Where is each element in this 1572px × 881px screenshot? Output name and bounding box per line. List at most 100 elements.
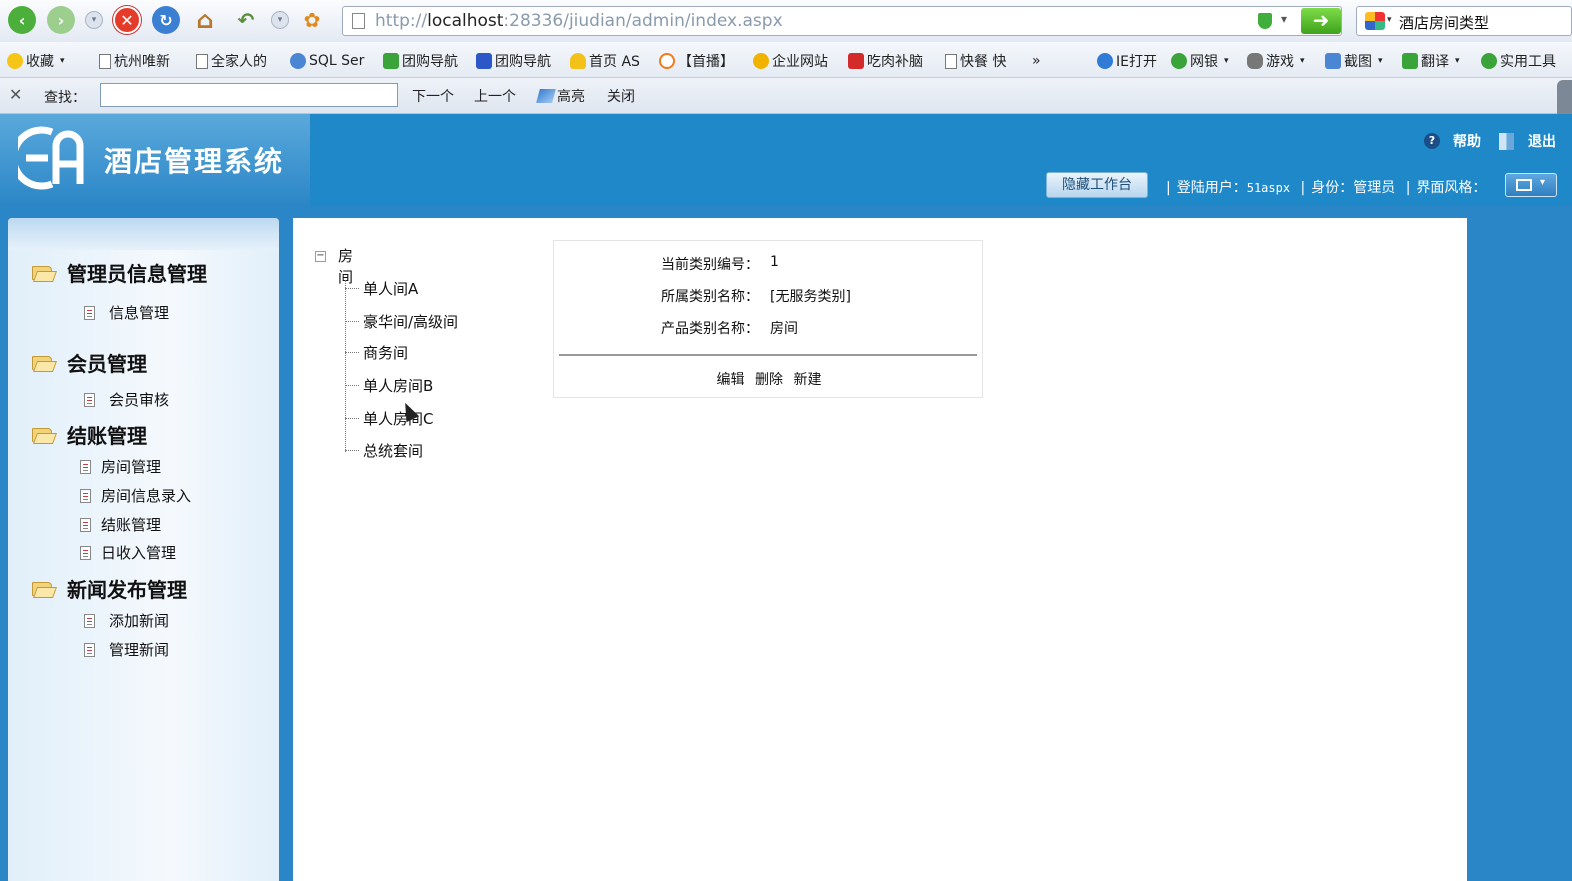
menu-item-member-review[interactable]: 会员审核 [84,389,169,410]
bookmarks-more[interactable]: » [1032,51,1041,71]
search-engine-icon[interactable] [1365,12,1385,30]
bookmark-item[interactable]: 全家人的 [196,51,267,71]
bookmark-translate[interactable]: 翻译 ▾ [1402,51,1460,71]
bookmark-ie-open[interactable]: IE打开 [1097,51,1157,71]
bookmark-item[interactable]: 团购导航 [476,51,551,71]
bookmark-item[interactable]: 团购导航 [383,51,458,71]
refresh-icon[interactable]: ↻ [152,6,180,34]
bookmark-item[interactable]: 吃肉补脑 [848,51,923,71]
bookmark-item[interactable]: 杭州唯新 [99,51,170,71]
document-icon [84,613,95,628]
restore-dropdown-icon[interactable]: ▾ [271,11,289,29]
star-icon [7,53,23,69]
new-link[interactable]: 新建 [793,372,821,388]
menu-item-room-manage[interactable]: 房间管理 [80,456,161,477]
menu-item-room-entry[interactable]: 房间信息录入 [80,485,191,506]
detail-actions: 编辑 删除 新建 [554,369,984,389]
bookmark-screenshot[interactable]: 截图 ▾ [1325,51,1383,71]
document-icon [80,545,91,560]
go-arrow-icon[interactable]: ➜ [1301,8,1341,34]
divider [559,354,977,356]
menu-group-news[interactable]: 新闻发布管理 [32,574,187,603]
search-engine-dropdown-icon[interactable]: ▾ [1387,15,1392,25]
folder-star-icon [570,53,586,69]
app-header: EA 酒店管理系统 ? 帮助 退出 隐藏工作台 | 登陆用户：51aspx | 身份… [0,114,1572,206]
sidebar-menu: 管理员信息管理 信息管理 会员管理 会员审核 结账管理 房间管理 房间信息录入 … [8,218,279,881]
bookmark-tools[interactable]: 实用工具 [1481,51,1556,71]
menu-group-admin-info[interactable]: 管理员信息管理 [32,258,207,287]
chevron-down-icon: ▾ [1300,56,1305,66]
tree-node[interactable]: 单人房间C [345,408,433,429]
logout-link[interactable]: 退出 [1499,131,1556,151]
edit-link[interactable]: 编辑 [717,372,745,388]
page-icon [352,13,365,29]
highlighter-icon [536,89,556,103]
folder-open-icon [32,355,52,370]
document-icon [80,459,91,474]
paw-icon[interactable]: ✿ [298,6,326,34]
help-link[interactable]: ? 帮助 [1424,131,1481,151]
chevron-down-icon: ▾ [1224,56,1229,66]
bookmark-item[interactable]: 首页 AS [570,51,640,71]
bookmark-bank[interactable]: 网银 ▾ [1171,51,1229,71]
current-id-value: 1 [770,254,779,270]
window-icon [1516,179,1532,191]
close-icon[interactable]: ✕ [9,85,22,104]
translate-icon [1402,53,1418,69]
menu-item-add-news[interactable]: 添加新闻 [84,610,169,631]
shield-icon[interactable] [1258,13,1272,29]
find-next-button[interactable]: 下一个 [412,86,454,106]
find-highlight-button[interactable]: 高亮 [536,86,585,106]
menu-group-member[interactable]: 会员管理 [32,348,147,377]
menu-item-info-manage[interactable]: 信息管理 [84,302,169,323]
system-title: 酒店管理系统 [104,145,285,178]
tree-collapse-toggle[interactable]: − [315,251,326,262]
history-dropdown-icon[interactable]: ▾ [85,11,103,29]
menu-item-checkout-manage[interactable]: 结账管理 [80,514,161,535]
menu-item-daily-income[interactable]: 日收入管理 [80,542,176,563]
exit-door-icon [1499,132,1514,150]
find-input[interactable] [100,83,398,107]
bookmark-games[interactable]: 游戏 ▾ [1247,51,1305,71]
folder-open-icon [32,427,52,442]
tree-node[interactable]: 单人房间B [345,375,433,396]
menu-group-checkout[interactable]: 结账管理 [32,420,147,449]
tree-node[interactable]: 豪华间/高级间 [345,311,458,332]
back-icon[interactable]: ‹ [8,6,36,34]
browser-nav-bar: ‹ › ▾ ✕ ↻ ⌂ ↶ ▾ ✿ http://localhost:28336… [0,0,1572,42]
stop-icon[interactable]: ✕ [113,6,141,34]
folder-open-icon [32,581,52,596]
tree-node[interactable]: 商务间 [345,342,408,363]
document-icon [84,392,95,407]
ie-icon [1097,53,1113,69]
page-icon [99,53,111,69]
main-content: − 房间 单人间A 豪华间/高级间 商务间 单人房间B 单人房间C 总统套间 当… [293,218,1467,881]
bookmark-item[interactable]: 【首播】 [659,51,734,71]
browser-search-box[interactable]: ▾ 酒店房间类型 [1356,6,1572,36]
system-logo: EA [18,126,84,190]
document-icon [80,488,91,503]
home-icon[interactable]: ⌂ [191,6,219,34]
find-bar: ✕ 查找： 下一个 上一个 高亮 关闭 [0,78,1572,114]
address-bar[interactable]: http://localhost:28336/jiudian/admin/ind… [342,6,1342,36]
delete-link[interactable]: 删除 [755,372,783,388]
bookmark-item[interactable]: SQL Ser [290,51,364,71]
browser-search-input[interactable]: 酒店房间类型 [1399,12,1489,33]
tree-node[interactable]: 单人间A [345,278,418,299]
restore-icon[interactable]: ↶ [232,6,260,34]
find-prev-button[interactable]: 上一个 [474,86,516,106]
chevron-down-icon: ▾ [60,56,65,66]
bookmark-item[interactable]: 企业网站 [753,51,828,71]
bookmark-item[interactable]: 快餐 快 [945,51,1006,71]
menu-item-manage-news[interactable]: 管理新闻 [84,639,169,660]
tree-node[interactable]: 总统套间 [345,440,423,461]
help-icon: ? [1424,133,1440,149]
ui-style-select[interactable]: ▾ [1505,173,1557,197]
address-dropdown-icon[interactable]: ▾ [1281,12,1287,26]
address-url[interactable]: http://localhost:28336/jiudian/admin/ind… [375,11,783,31]
find-close-button[interactable]: 关闭 [607,86,635,106]
folder-open-icon [32,265,52,280]
hide-workspace-button[interactable]: 隐藏工作台 [1046,172,1148,198]
bookmark-favorites[interactable]: 收藏 ▾ [7,51,65,71]
forward-icon[interactable]: › [47,6,75,34]
